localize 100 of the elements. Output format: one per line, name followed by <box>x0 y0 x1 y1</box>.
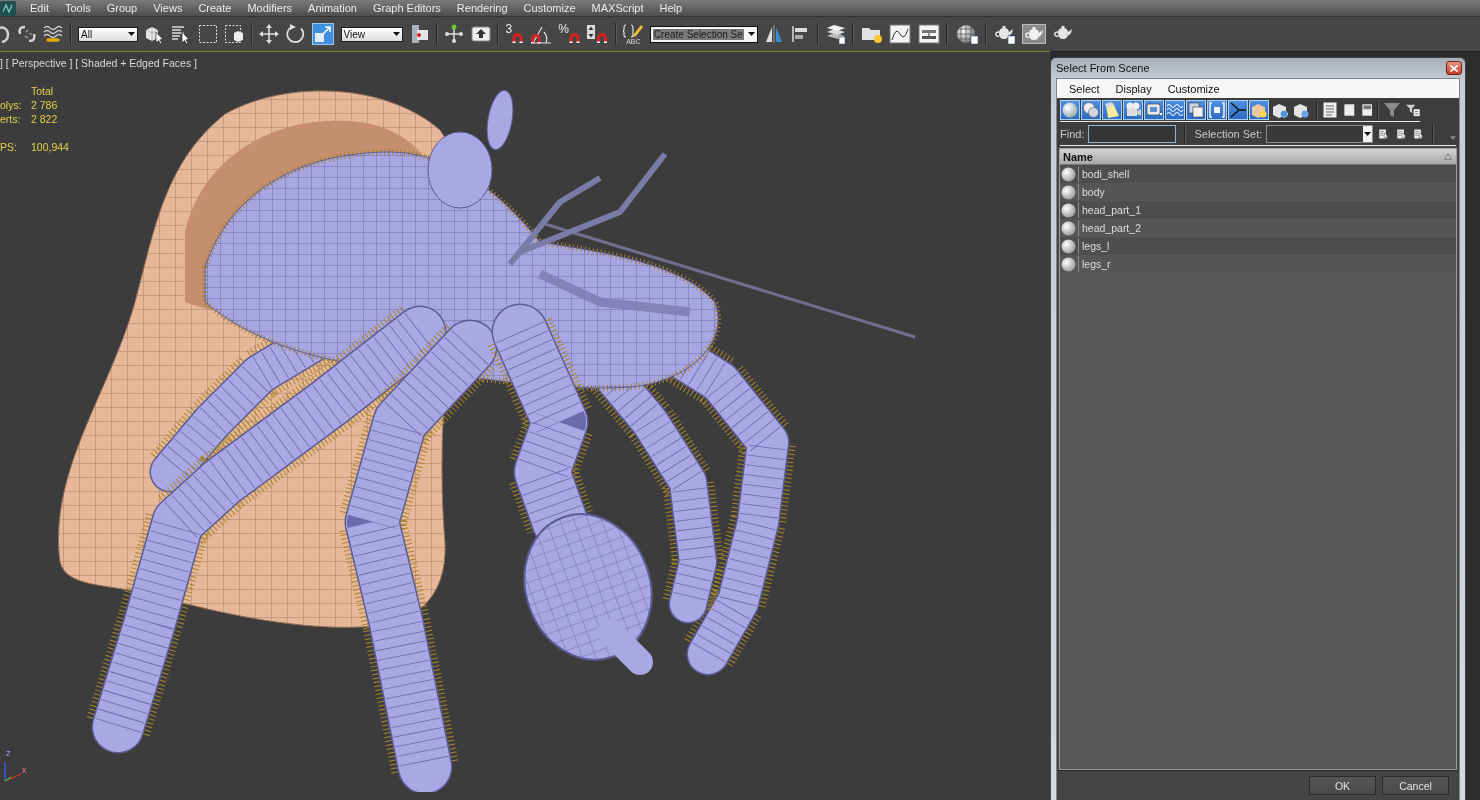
curve-graph-icon[interactable] <box>889 24 912 44</box>
magnet-icon <box>568 32 580 43</box>
object-row[interactable]: legs_l <box>1060 237 1456 255</box>
branch-lines-icon <box>1230 101 1246 118</box>
dialog-button[interactable]: OK <box>1309 776 1376 795</box>
close-button[interactable] <box>1446 61 1462 75</box>
filter-toggle[interactable] <box>1249 99 1269 120</box>
filter-toggle[interactable] <box>1081 99 1101 120</box>
menu-item[interactable]: Customize <box>523 1 576 15</box>
spotlight-icon <box>1104 101 1120 118</box>
object-row[interactable]: head_part_1 <box>1060 201 1456 219</box>
menu-item[interactable]: MAXScript <box>591 1 644 15</box>
caret-icon <box>392 32 400 36</box>
sphere-icon <box>1061 166 1076 182</box>
viewport-label[interactable]: ] [ Perspective ] [ Shaded + Edged Faces ] <box>0 57 197 69</box>
dashed-rectangle-icon[interactable] <box>197 24 218 44</box>
stat-value: 2 786 <box>31 98 59 112</box>
dialog-button[interactable]: Cancel <box>1382 776 1449 795</box>
pencil-brackets-icon <box>623 23 644 38</box>
menu-item[interactable]: Views <box>153 1 183 15</box>
chain-link-icon[interactable] <box>0 24 10 44</box>
object-name: head_part_2 <box>1078 220 1141 236</box>
broken-chain-icon[interactable] <box>16 24 37 44</box>
spinner-magnet-icon[interactable] <box>586 24 609 44</box>
object-name: head_part_1 <box>1078 202 1141 218</box>
object-name: legs_r <box>1078 256 1111 272</box>
object-row[interactable]: bodi_shell <box>1060 165 1456 183</box>
sphere-icon <box>1061 256 1076 272</box>
sphere-icon <box>1062 101 1078 118</box>
menu-item[interactable]: Edit <box>30 1 49 15</box>
document-lines-icon[interactable] <box>1323 101 1337 118</box>
filter-toggle[interactable] <box>1060 99 1080 120</box>
menu-item[interactable]: Rendering <box>456 1 508 15</box>
box-bulb-icon <box>1251 101 1267 118</box>
filter-toggle[interactable] <box>1165 99 1185 120</box>
document-half-icon[interactable] <box>1361 101 1373 118</box>
gizmo-cross-icon[interactable] <box>444 24 464 44</box>
menu-item[interactable]: Modifiers <box>247 1 293 15</box>
stat-label: olys: <box>0 98 23 112</box>
snap-button[interactable]: 3 <box>505 23 524 45</box>
stat-value: 100,944 <box>31 140 69 154</box>
selection-set-dropdown[interactable] <box>1266 124 1374 143</box>
filter-toggle[interactable] <box>1102 99 1122 120</box>
object-name: legs_l <box>1078 238 1110 254</box>
mirror-icon[interactable] <box>764 24 785 44</box>
selection-set-label: Selection Set: <box>1194 127 1263 140</box>
magnet-icon <box>512 32 524 43</box>
stat-label: erts: <box>0 112 22 126</box>
caret-icon[interactable] <box>1450 134 1456 141</box>
layers-icon[interactable] <box>825 24 846 44</box>
wave-chain-icon[interactable] <box>43 24 63 44</box>
menu-item[interactable]: Customize <box>1167 82 1220 95</box>
menu-item[interactable]: Animation <box>308 1 357 15</box>
dashed-cube-icon[interactable] <box>224 24 244 44</box>
teapot-frame-icon[interactable] <box>1022 24 1047 44</box>
bracket-square-icon <box>1209 101 1225 118</box>
teapot-settings-icon[interactable] <box>993 24 1016 44</box>
stat-label: PS: <box>0 140 18 154</box>
list-cursor-icon[interactable] <box>171 24 191 44</box>
scale-icon[interactable] <box>312 23 334 45</box>
angle-magnet-icon[interactable] <box>529 24 552 44</box>
app-logo-icon[interactable] <box>0 0 16 16</box>
sphere-icon <box>1061 220 1076 236</box>
menu-item[interactable]: Graph Editors <box>372 1 441 15</box>
menu-item[interactable]: Select <box>1069 82 1100 95</box>
column-header[interactable]: Name <box>1060 149 1456 165</box>
schematic-window-icon[interactable] <box>917 24 940 44</box>
document-blank-icon[interactable] <box>1344 101 1355 118</box>
filter-toggle[interactable] <box>1123 99 1143 120</box>
close-icon <box>1450 64 1458 72</box>
percent-snap-button[interactable]: % <box>558 23 580 45</box>
coordinate-system-dropdown[interactable]: View <box>340 26 403 42</box>
filter-toggle[interactable] <box>1228 99 1248 120</box>
object-name: bodi_shell <box>1078 166 1130 182</box>
caret-icon <box>1364 131 1372 136</box>
rotate-icon[interactable] <box>285 24 306 44</box>
filter-toggle[interactable] <box>1186 99 1206 120</box>
find-field[interactable] <box>1088 124 1177 143</box>
box-gear-icon <box>1272 101 1288 118</box>
filter-toggle[interactable] <box>1144 99 1164 120</box>
selection-filter-dropdown[interactable]: All <box>78 26 138 42</box>
cube-cursor-icon[interactable] <box>144 24 165 44</box>
move-arrows-icon[interactable] <box>259 24 279 44</box>
menu-item[interactable]: Display <box>1115 82 1152 95</box>
tape-measure-icon <box>1146 101 1162 118</box>
camera-icon <box>1125 101 1141 118</box>
menu-item[interactable]: Group <box>106 1 138 15</box>
checker-sphere-icon[interactable] <box>954 24 979 44</box>
named-selection-dropdown[interactable]: Create Selection Se <box>649 25 758 43</box>
sphere-icon <box>1061 202 1076 218</box>
funnel-icon[interactable] <box>1384 101 1401 118</box>
pivot-icon[interactable] <box>409 24 429 44</box>
menu-item[interactable]: Tools <box>64 1 91 15</box>
menu-item[interactable]: Help <box>659 1 683 15</box>
menu-item[interactable]: Create <box>198 1 232 15</box>
dialog-title: Select From Scene <box>1056 62 1150 74</box>
waves-icon <box>1167 101 1183 118</box>
arrow-key-icon[interactable] <box>470 24 491 44</box>
filter-toggle[interactable] <box>1207 99 1227 120</box>
stat-value: 2 822 <box>31 112 59 126</box>
